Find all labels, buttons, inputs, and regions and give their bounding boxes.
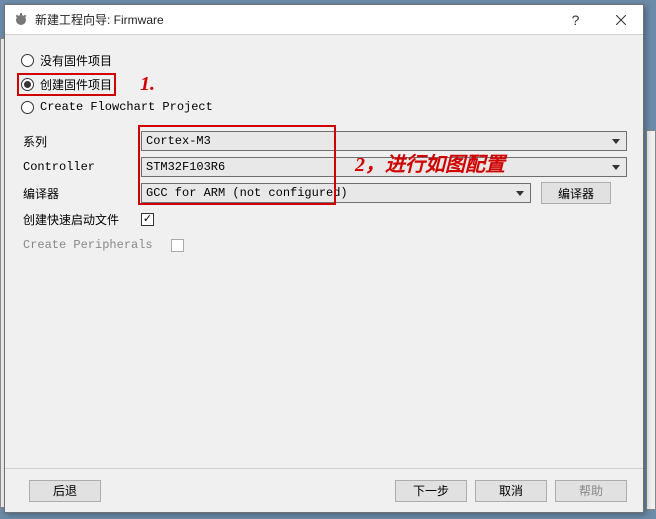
form-area: 系列 Cortex-M3 Controller STM32F103R6 编译器 … [21,128,627,258]
highlight-create-firmware: 创建固件项目 [17,73,116,96]
button-bar: 后退 下一步 取消 帮助 [5,468,643,512]
row-compiler: 编译器 GCC for ARM (not configured) 编译器 [21,180,627,206]
radio-no-firmware[interactable] [21,54,34,67]
chevron-down-icon [608,158,624,176]
chevron-down-icon [512,184,528,202]
annotation-1: 1. [140,73,155,96]
cancel-button[interactable]: 取消 [475,480,547,502]
compiler-button[interactable]: 编译器 [541,182,611,204]
radio-create-firmware-label: 创建固件项目 [40,76,112,93]
dropdown-compiler-value: GCC for ARM (not configured) [146,186,348,200]
content-area: 没有固件项目 创建固件项目 1. Create Flowchart Projec… [5,35,643,266]
radio-flowchart-row[interactable]: Create Flowchart Project [21,96,627,118]
radio-create-firmware[interactable] [21,78,34,91]
background-fragment [646,130,656,510]
row-peripherals: Create Peripherals [21,232,627,258]
radio-flowchart-label: Create Flowchart Project [40,100,213,114]
row-controller: Controller STM32F103R6 [21,154,627,180]
dropdown-compiler[interactable]: GCC for ARM (not configured) [141,183,531,203]
label-peripherals: Create Peripherals [21,238,171,252]
titlebar: 新建工程向导: Firmware ? [5,5,643,35]
radio-flowchart[interactable] [21,101,34,114]
help-button-footer: 帮助 [555,480,627,502]
chevron-down-icon [608,132,624,150]
dropdown-controller[interactable]: STM32F103R6 [141,157,627,177]
next-button[interactable]: 下一步 [395,480,467,502]
radio-no-firmware-label: 没有固件项目 [40,52,112,69]
radio-no-firmware-row[interactable]: 没有固件项目 [21,49,627,71]
row-quickstart: 创建快速启动文件 [21,206,627,232]
close-icon [616,15,626,25]
label-controller: Controller [21,160,141,174]
help-button[interactable]: ? [553,5,598,34]
label-quickstart: 创建快速启动文件 [21,211,141,228]
app-icon [13,12,29,28]
row-series: 系列 Cortex-M3 [21,128,627,154]
window-controls: ? [553,5,643,34]
dropdown-controller-value: STM32F103R6 [146,160,225,174]
checkbox-quickstart[interactable] [141,213,154,226]
back-button[interactable]: 后退 [29,480,101,502]
wizard-window: 新建工程向导: Firmware ? 没有固件项目 创建固件项目 1. Crea… [4,4,644,513]
label-series: 系列 [21,133,141,150]
window-title: 新建工程向导: Firmware [35,11,553,28]
label-compiler: 编译器 [21,185,141,202]
close-button[interactable] [598,5,643,34]
dropdown-series[interactable]: Cortex-M3 [141,131,627,151]
checkbox-peripherals [171,239,184,252]
dropdown-series-value: Cortex-M3 [146,134,211,148]
